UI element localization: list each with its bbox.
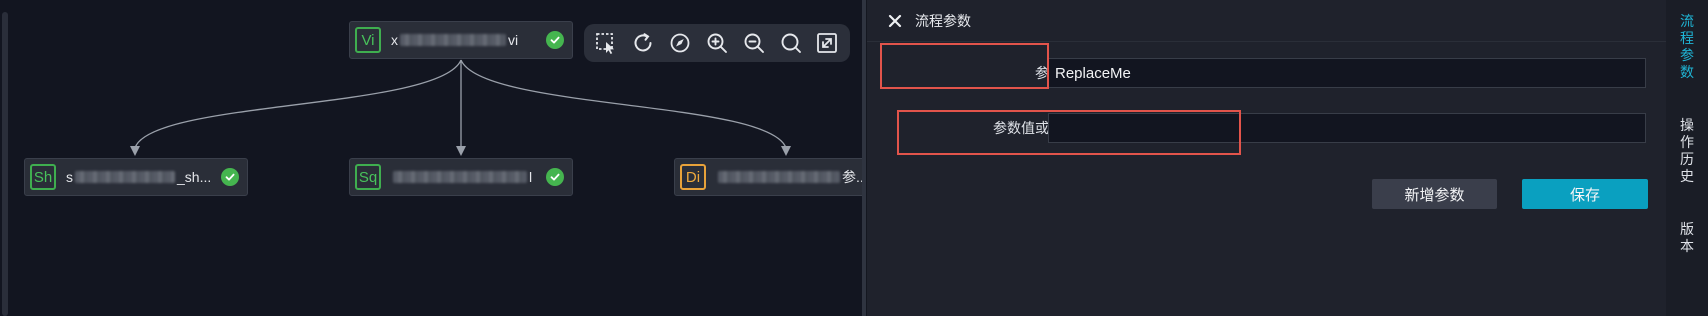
panel-resize-divider[interactable] [862,0,866,316]
node-name-suffix: l [529,169,533,185]
flow-node-root[interactable]: Vi x vi [349,21,573,59]
node-name: s _sh... [66,169,211,185]
redacted-text [400,34,506,46]
refresh-icon[interactable] [629,29,657,57]
close-icon[interactable] [885,11,905,31]
node-type-badge: Di [680,164,706,190]
search-icon[interactable] [777,29,805,57]
edge-root-to-right [460,59,787,149]
tab-label: 操作历史 [1680,117,1694,184]
node-name-suffix: vi [508,32,519,48]
success-check-icon [546,168,564,186]
flow-node-left[interactable]: Sh s _sh... [24,158,248,196]
flow-params-panel: 流程参数 参数名称： 参数值或表达式： 新增参数 保存 [867,0,1666,316]
success-check-icon [221,168,239,186]
node-type-badge: Sh [30,164,56,190]
flow-node-right[interactable]: Di 参... [674,158,866,196]
param-name-input[interactable] [1048,58,1646,88]
canvas-toolbar [584,24,850,62]
tab-flow-params[interactable]: 流程参数 [1666,13,1708,81]
redacted-text [718,171,840,183]
redacted-text [75,171,175,183]
panel-title: 流程参数 [915,13,971,29]
tab-operation-history[interactable]: 操作历史 [1666,117,1708,185]
node-type-badge: Sq [355,164,381,190]
node-name-suffix: _sh... [177,169,212,185]
param-value-input[interactable] [1048,113,1646,143]
node-name-prefix: x [391,32,398,48]
tab-label: 流程参数 [1680,13,1694,80]
header-divider [867,41,1666,42]
save-button[interactable]: 保存 [1522,179,1648,209]
arrowhead-right [781,146,791,156]
side-tab-rail: 流程参数 操作历史 版本 [1666,0,1708,316]
node-name: x vi [391,32,518,48]
arrowhead-middle [456,146,466,156]
node-name: 参... [716,167,866,187]
edge-root-to-left [134,59,462,149]
add-param-button[interactable]: 新增参数 [1372,179,1497,209]
flow-node-middle[interactable]: Sq l [349,158,573,196]
zoom-in-icon[interactable] [703,29,731,57]
locate-icon[interactable] [666,29,694,57]
tab-label: 版本 [1680,221,1694,254]
panel-header: 流程参数 [867,0,1666,42]
box-select-icon[interactable] [592,29,620,57]
flow-canvas[interactable]: Vi x vi Sh s _sh... Sq l Di 参... [0,0,866,316]
node-name-prefix: s [66,169,73,185]
redacted-text [393,171,527,183]
fit-screen-icon[interactable] [813,29,841,57]
success-check-icon [546,31,564,49]
arrowhead-left [130,146,140,156]
zoom-out-icon[interactable] [740,29,768,57]
tab-version[interactable]: 版本 [1666,221,1708,255]
node-name: l [391,169,532,185]
node-type-badge: Vi [355,27,381,53]
